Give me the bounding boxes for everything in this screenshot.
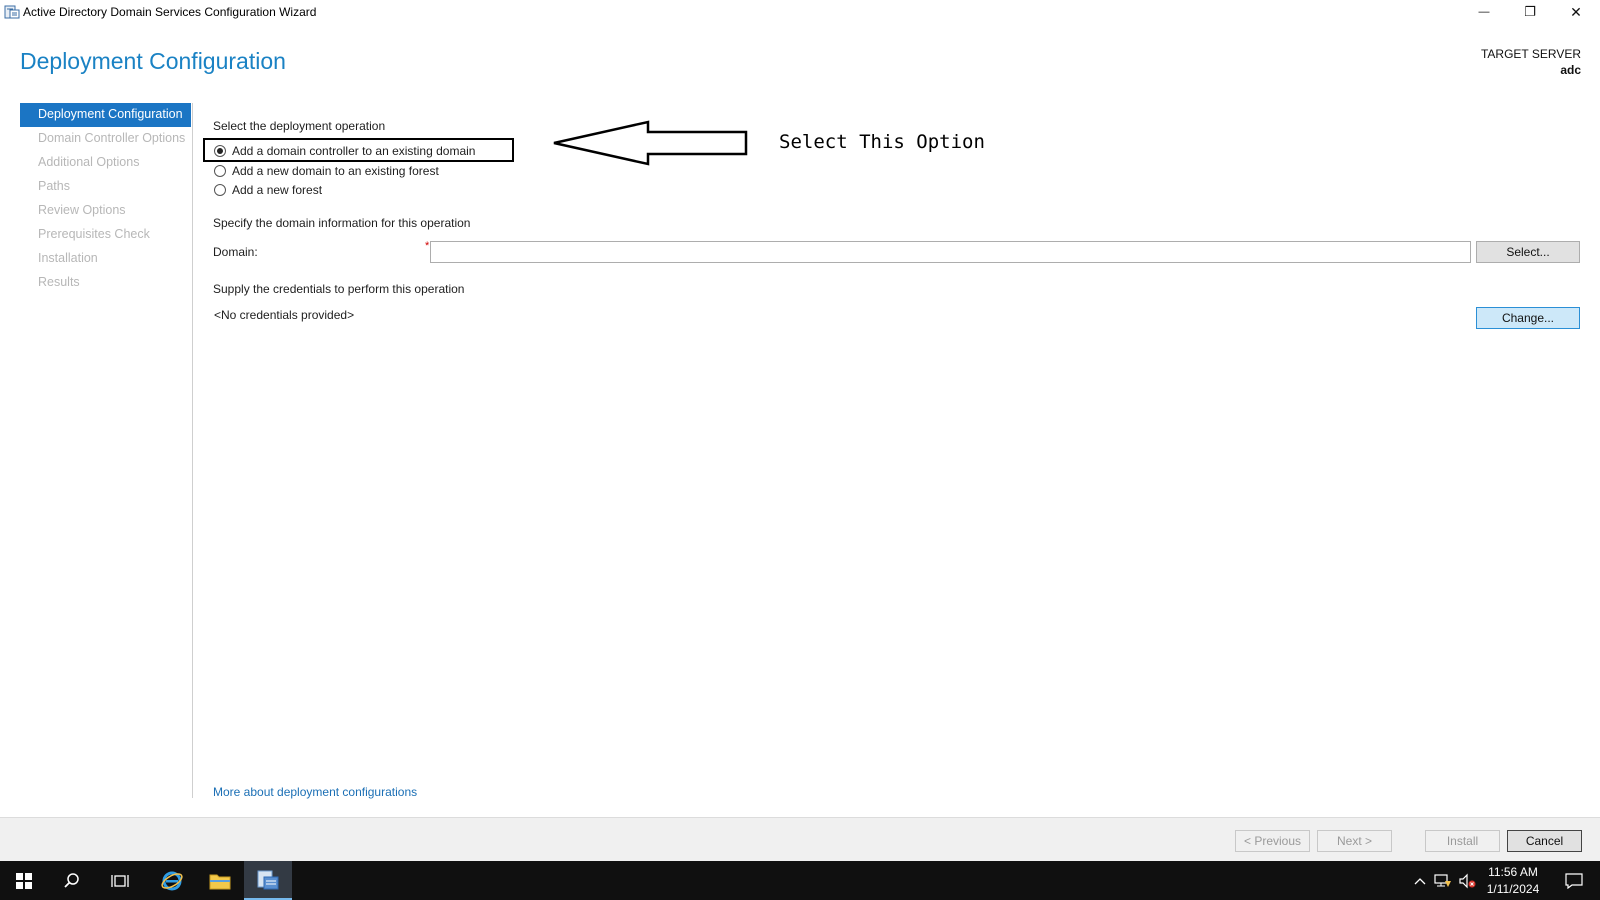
- nav-item-prerequisites-check: Prerequisites Check: [38, 227, 150, 241]
- nav-item-additional-options: Additional Options: [38, 155, 140, 169]
- domain-label: Domain:: [213, 245, 258, 259]
- install-button[interactable]: Install: [1425, 830, 1500, 852]
- more-about-deployment-link[interactable]: More about deployment configurations: [213, 785, 417, 799]
- page-title: Deployment Configuration: [20, 48, 286, 74]
- radio-label: Add a new domain to an existing forest: [232, 163, 439, 178]
- search-icon[interactable]: [48, 861, 96, 900]
- minimize-button[interactable]: —: [1461, 0, 1507, 24]
- nav-item-domain-controller-options: Domain Controller Options: [38, 131, 186, 145]
- nav-item-results: Results: [38, 275, 80, 289]
- internet-explorer-icon[interactable]: [148, 861, 196, 900]
- radio-button[interactable]: [214, 164, 226, 177]
- minimize-icon: —: [1478, 6, 1490, 18]
- annotation-highlight-box: [203, 138, 514, 162]
- nav-item-deployment-configuration[interactable]: Deployment Configuration: [20, 103, 191, 127]
- server-manager-icon[interactable]: [244, 861, 292, 900]
- close-button[interactable]: ✕: [1553, 0, 1599, 24]
- nav-item-paths: Paths: [38, 179, 70, 193]
- volume-muted-icon[interactable]: [1456, 861, 1478, 900]
- nav-item-installation: Installation: [38, 251, 98, 265]
- nav-item-review-options: Review Options: [38, 203, 126, 217]
- taskbar: 11:56 AM 1/11/2024: [0, 861, 1600, 900]
- domain-input[interactable]: [430, 241, 1471, 263]
- taskbar-clock[interactable]: 11:56 AM 1/11/2024: [1484, 864, 1542, 898]
- radio-label: Add a new forest: [232, 182, 323, 197]
- radio-add-new-forest[interactable]: Add a new forest: [214, 181, 322, 198]
- deployment-operation-heading: Select the deployment operation: [213, 119, 386, 133]
- task-view-icon[interactable]: [96, 861, 144, 900]
- notification-center-icon[interactable]: [1556, 861, 1592, 900]
- radio-button[interactable]: [214, 183, 226, 196]
- windows-start-icon[interactable]: [0, 861, 48, 900]
- title-bar: Active Directory Domain Services Configu…: [0, 0, 1600, 24]
- radio-add-new-domain[interactable]: Add a new domain to an existing forest: [214, 162, 439, 179]
- file-explorer-icon[interactable]: [196, 861, 244, 900]
- target-server-label: TARGET SERVER: [1480, 47, 1581, 61]
- network-icon[interactable]: [1432, 861, 1454, 900]
- clock-time: 11:56 AM: [1488, 865, 1538, 879]
- target-server-name: adc: [1560, 63, 1581, 77]
- change-credentials-button[interactable]: Change...: [1476, 307, 1580, 329]
- previous-button[interactable]: < Previous: [1235, 830, 1310, 852]
- nav-divider: [192, 103, 193, 798]
- next-button[interactable]: Next >: [1317, 830, 1392, 852]
- annotation-arrow-icon: [553, 120, 748, 166]
- select-domain-button[interactable]: Select...: [1476, 241, 1580, 263]
- restore-icon: ❐: [1524, 4, 1536, 19]
- wizard-nav: Deployment Configuration Domain Controll…: [20, 103, 191, 295]
- domain-info-heading: Specify the domain information for this …: [213, 216, 471, 230]
- credentials-heading: Supply the credentials to perform this o…: [213, 282, 465, 296]
- annotation-text: Select This Option: [779, 131, 985, 153]
- restore-button[interactable]: ❐: [1507, 0, 1553, 24]
- ad-wizard-app-icon: [4, 5, 20, 19]
- close-icon: ✕: [1570, 3, 1582, 20]
- required-marker: *: [425, 240, 430, 252]
- credentials-status: <No credentials provided>: [214, 308, 355, 322]
- clock-date: 1/11/2024: [1486, 882, 1540, 896]
- cancel-button[interactable]: Cancel: [1507, 830, 1582, 852]
- show-hidden-icons-icon[interactable]: [1410, 861, 1430, 900]
- window-title: Active Directory Domain Services Configu…: [23, 5, 317, 19]
